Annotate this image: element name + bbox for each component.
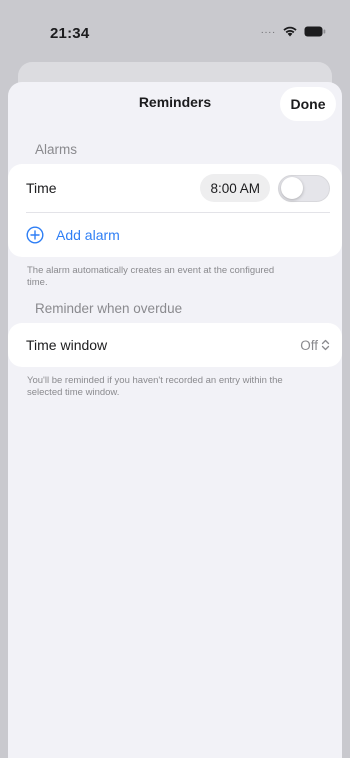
plus-circle-icon (26, 226, 44, 244)
status-bar: 21:34 .... (0, 0, 350, 56)
status-indicators: .... (261, 25, 326, 37)
overdue-section-header: Reminder when overdue (35, 301, 183, 316)
add-alarm-button[interactable]: Add alarm (8, 213, 342, 257)
chevron-up-down-icon (321, 339, 330, 351)
screen: 21:34 .... Reminders Done Alarms Time 8:… (0, 0, 350, 758)
time-window-label: Time window (26, 337, 108, 353)
nav-bar: Reminders Done (8, 82, 342, 124)
alarms-section-header: Alarms (35, 142, 78, 157)
status-time: 21:34 (50, 25, 90, 42)
overdue-card: Time window Off (8, 323, 342, 367)
alarms-card: Time 8:00 AM Add alarm (8, 164, 342, 257)
time-window-picker[interactable]: Off (300, 338, 330, 353)
alarm-toggle[interactable] (278, 174, 330, 202)
toggle-knob (281, 177, 303, 199)
add-alarm-label: Add alarm (56, 227, 120, 243)
wifi-icon (282, 25, 298, 37)
overdue-footnote: You'll be reminded if you haven't record… (27, 375, 283, 398)
alarms-footnote: The alarm automatically creates an event… (27, 265, 275, 288)
time-row: Time 8:00 AM (8, 164, 342, 212)
battery-icon (304, 26, 326, 37)
time-label: Time (26, 180, 57, 196)
done-button[interactable]: Done (280, 87, 336, 121)
reminders-sheet: Reminders Done Alarms Time 8:00 AM Add a… (8, 82, 342, 758)
signal-dots: .... (260, 25, 276, 36)
time-picker[interactable]: 8:00 AM (200, 174, 270, 202)
time-window-value: Off (300, 337, 318, 353)
time-window-row[interactable]: Time window Off (8, 323, 342, 367)
